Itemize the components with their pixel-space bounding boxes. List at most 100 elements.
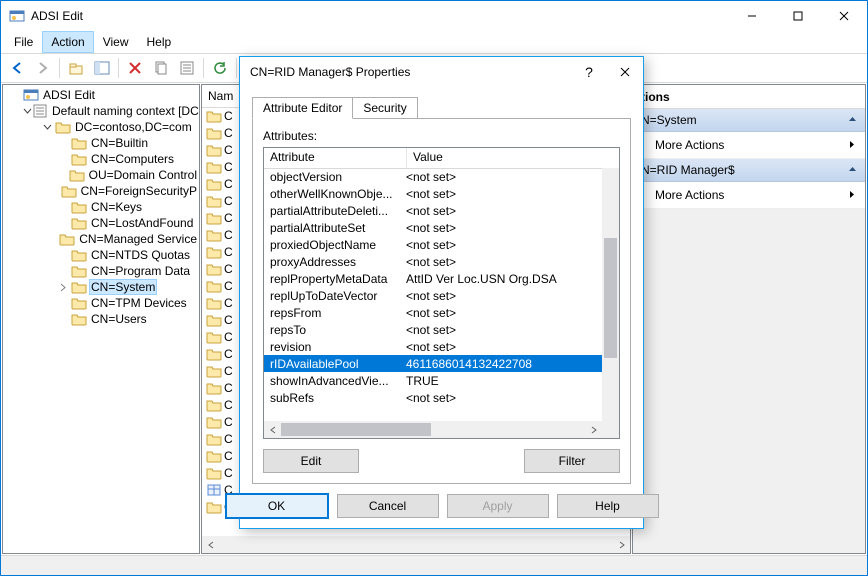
actions-item[interactable]: More Actions (633, 132, 865, 159)
attribute-row[interactable]: repsTo<not set> (264, 321, 602, 338)
attribute-row[interactable]: objectVersion<not set> (264, 168, 602, 185)
minimize-button[interactable] (729, 1, 775, 31)
attribute-row[interactable]: replUpToDateVector<not set> (264, 287, 602, 304)
copy-button[interactable] (149, 56, 173, 80)
properties-button[interactable] (175, 56, 199, 80)
column-attribute[interactable]: Attribute (264, 148, 407, 168)
menu-action[interactable]: Action (42, 31, 93, 53)
apply-button[interactable]: Apply (447, 494, 549, 518)
tree-item[interactable]: CN=LostAndFound (3, 215, 199, 231)
actions-section-header[interactable]: N=RID Manager$ (633, 159, 865, 182)
refresh-button[interactable] (208, 56, 232, 80)
scroll-left-icon[interactable] (264, 421, 281, 438)
list-item-label: C (224, 126, 233, 140)
forward-button[interactable] (31, 56, 55, 80)
dialog-help-footer-button[interactable]: Help (557, 494, 659, 518)
delete-button[interactable] (123, 56, 147, 80)
attr-vertical-scrollbar[interactable] (602, 168, 619, 421)
tab-security[interactable]: Security (352, 97, 417, 119)
tree-item[interactable]: CN=Computers (3, 151, 199, 167)
maximize-button[interactable] (775, 1, 821, 31)
app-icon (9, 8, 25, 24)
attribute-name: otherWellKnownObje... (264, 187, 402, 201)
ok-button[interactable]: OK (225, 493, 329, 519)
tree-item[interactable]: CN=Users (3, 311, 199, 327)
chevron-down-icon[interactable] (23, 107, 32, 116)
folder-icon (59, 231, 75, 247)
list-item-label: C (224, 245, 233, 259)
up-button[interactable] (64, 56, 88, 80)
attribute-row[interactable]: otherWellKnownObje...<not set> (264, 185, 602, 202)
menu-help[interactable]: Help (138, 31, 181, 53)
tree-item[interactable]: Default naming context [DC (3, 103, 199, 119)
folder-icon (206, 346, 222, 362)
dialog-help-button[interactable]: ? (571, 57, 607, 87)
attribute-row[interactable]: revision<not set> (264, 338, 602, 355)
scroll-right-icon[interactable] (585, 421, 602, 438)
attribute-row[interactable]: showInAdvancedVie...TRUE (264, 372, 602, 389)
tree-item[interactable]: CN=NTDS Quotas (3, 247, 199, 263)
scroll-thumb[interactable] (281, 423, 431, 436)
attr-horizontal-scrollbar[interactable] (264, 421, 602, 438)
list-item-label: C (224, 143, 233, 157)
menu-view[interactable]: View (94, 31, 138, 53)
scroll-thumb[interactable] (604, 238, 617, 358)
attribute-value: <not set> (402, 238, 602, 252)
close-button[interactable] (821, 1, 867, 31)
tree-item[interactable]: ADSI Edit (3, 87, 199, 103)
actions-section-label: N=System (641, 113, 697, 127)
list-item-label: C (224, 347, 233, 361)
chevron-right-icon (848, 188, 857, 202)
actions-section-header[interactable]: N=System (633, 109, 865, 132)
list-item-label: C (224, 398, 233, 412)
folder-icon (206, 142, 222, 158)
cancel-button[interactable]: Cancel (337, 494, 439, 518)
tree-item[interactable]: OU=Domain Control (3, 167, 199, 183)
attribute-name: objectVersion (264, 170, 402, 184)
attribute-row[interactable]: proxyAddresses<not set> (264, 253, 602, 270)
properties-dialog: CN=RID Manager$ Properties ? Attribute E… (239, 56, 644, 529)
list-horizontal-scrollbar[interactable] (202, 536, 630, 553)
scroll-left-icon[interactable] (202, 536, 219, 553)
attribute-row[interactable]: proxiedObjectName<not set> (264, 236, 602, 253)
attribute-value: <not set> (402, 306, 602, 320)
tree-item[interactable]: CN=TPM Devices (3, 295, 199, 311)
folder-icon (206, 278, 222, 294)
tree-item[interactable]: CN=ForeignSecurityP (3, 183, 199, 199)
attribute-row[interactable]: rIDAvailablePool4611686014132422708 (264, 355, 602, 372)
scroll-right-icon[interactable] (613, 536, 630, 553)
attribute-editor-panel: Attributes: Attribute Value objectVersio… (252, 118, 631, 484)
tree-item[interactable]: DC=contoso,DC=com (3, 119, 199, 135)
tab-attribute-editor[interactable]: Attribute Editor (252, 97, 353, 119)
tree-item[interactable]: CN=Program Data (3, 263, 199, 279)
actions-item[interactable]: More Actions (633, 182, 865, 209)
chevron-right-icon[interactable] (55, 283, 71, 292)
tree-item[interactable]: CN=Managed Service (3, 231, 199, 247)
folder-icon (71, 279, 87, 295)
tree-item[interactable]: CN=System (3, 279, 199, 295)
attribute-row[interactable]: partialAttributeSet<not set> (264, 219, 602, 236)
collapse-up-icon[interactable] (848, 113, 857, 127)
column-value[interactable]: Value (407, 148, 619, 168)
attribute-row[interactable]: repsFrom<not set> (264, 304, 602, 321)
tree-item[interactable]: CN=Builtin (3, 135, 199, 151)
back-button[interactable] (5, 56, 29, 80)
attribute-row[interactable]: partialAttributeDeleti...<not set> (264, 202, 602, 219)
menu-file[interactable]: File (5, 31, 42, 53)
dialog-close-button[interactable] (607, 57, 643, 87)
collapse-up-icon[interactable] (848, 163, 857, 177)
list-item-label: C (224, 364, 233, 378)
attributes-list[interactable]: Attribute Value objectVersion<not set>ot… (263, 147, 620, 439)
folder-icon (71, 295, 87, 311)
tree-item[interactable]: CN=Keys (3, 199, 199, 215)
show-tree-button[interactable] (90, 56, 114, 80)
attribute-row[interactable]: subRefs<not set> (264, 389, 602, 406)
edit-button[interactable]: Edit (263, 449, 359, 473)
attribute-row[interactable]: replPropertyMetaDataAttID Ver Loc.USN Or… (264, 270, 602, 287)
folder-icon (206, 108, 222, 124)
tree-pane: ADSI EditDefault naming context [DCDC=co… (2, 84, 200, 554)
list-item-label: C (224, 466, 233, 480)
chevron-down-icon[interactable] (39, 123, 55, 132)
filter-button[interactable]: Filter (524, 449, 620, 473)
attributes-header[interactable]: Attribute Value (264, 148, 619, 169)
